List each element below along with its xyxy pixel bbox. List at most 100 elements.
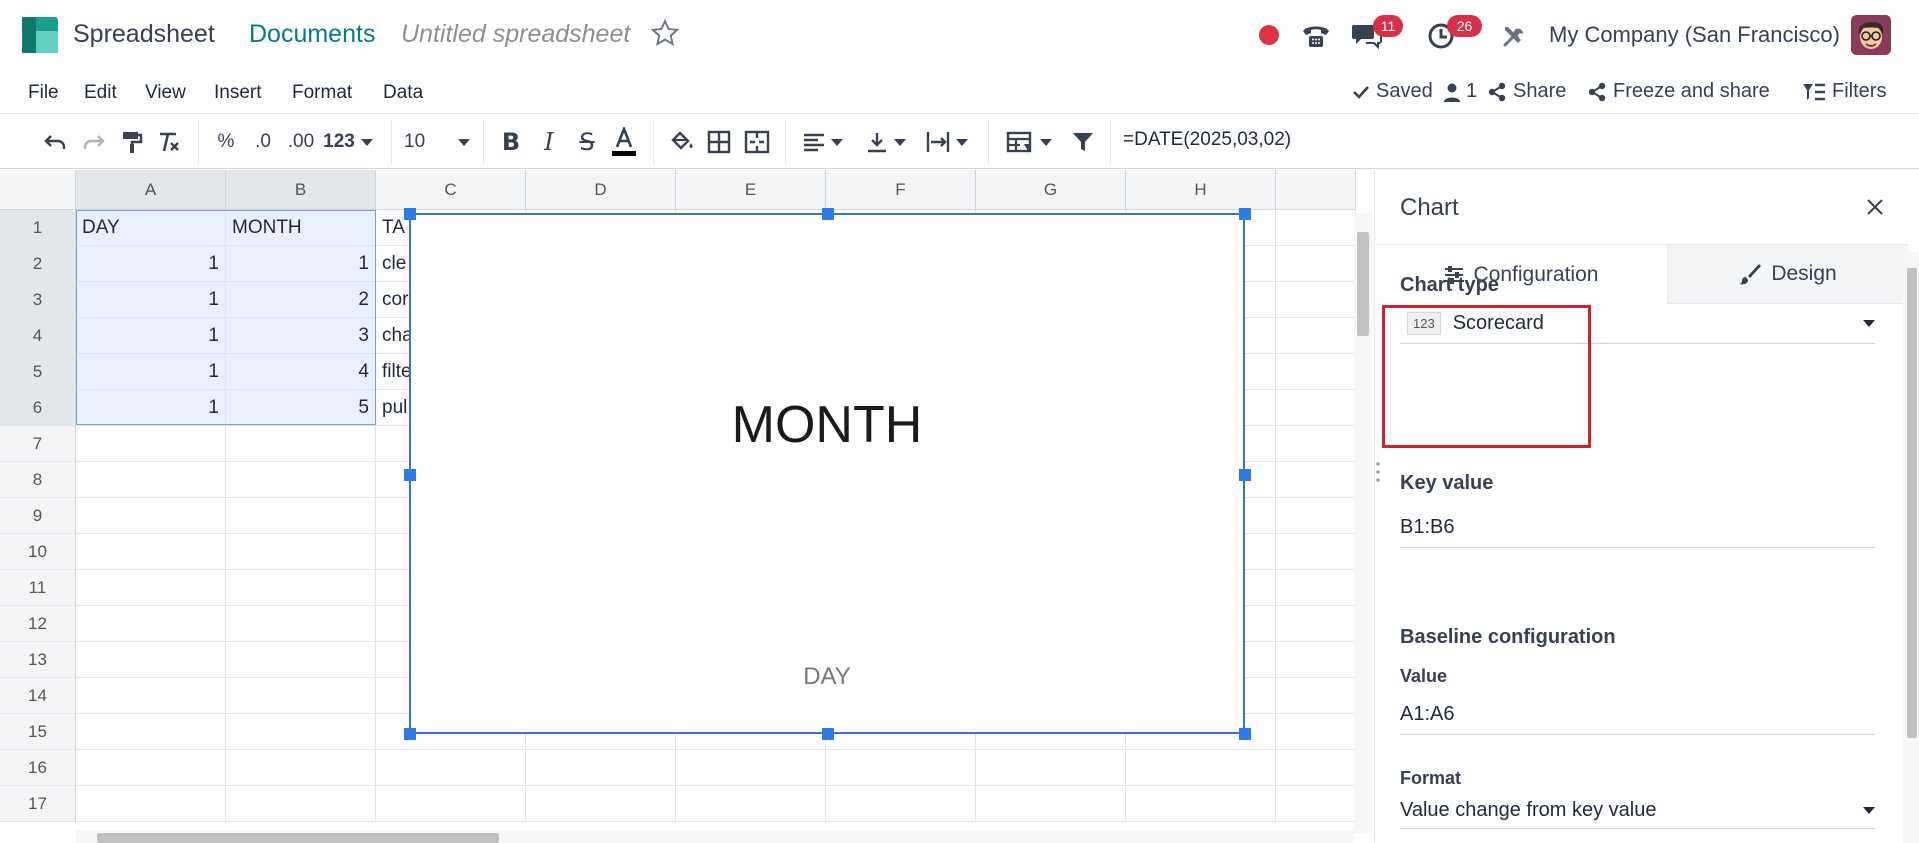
resize-handle-right[interactable] xyxy=(1239,469,1251,481)
decrease-decimal-button[interactable]: .0 xyxy=(248,126,278,158)
empty-cell[interactable] xyxy=(526,786,676,822)
row-header-1[interactable]: 1 xyxy=(0,210,76,246)
resize-handle-left[interactable] xyxy=(404,469,416,481)
empty-cell[interactable] xyxy=(826,786,976,822)
row-header-14[interactable]: 14 xyxy=(0,678,76,714)
empty-cell[interactable] xyxy=(1126,750,1276,786)
cell-b3[interactable]: 2 xyxy=(226,282,376,318)
row-header-7[interactable]: 7 xyxy=(0,426,76,462)
spreadsheet-grid[interactable]: A B C D E F G H 1 2 3 4 5 6 7 8 9 10 11 … xyxy=(0,170,1356,843)
empty-cell[interactable] xyxy=(76,462,226,498)
cell-a4[interactable]: 1 xyxy=(76,318,226,354)
panel-resize-grip-icon[interactable] xyxy=(1376,460,1380,490)
empty-cell[interactable] xyxy=(526,750,676,786)
empty-cell[interactable] xyxy=(1276,390,1356,426)
text-wrapping-dropdown[interactable] xyxy=(922,126,972,158)
column-header-b[interactable]: B xyxy=(226,170,376,210)
grid-vertical-scroll-thumb[interactable] xyxy=(1357,232,1369,336)
row-header-4[interactable]: 4 xyxy=(0,318,76,354)
filters-button[interactable]: Filters xyxy=(1802,80,1886,103)
italic-icon[interactable]: I xyxy=(534,126,564,158)
spreadsheet-app-icon[interactable] xyxy=(22,17,58,53)
strikethrough-icon[interactable]: S xyxy=(572,126,602,158)
empty-cell[interactable] xyxy=(226,642,376,678)
empty-cell[interactable] xyxy=(1276,750,1356,786)
empty-cell[interactable] xyxy=(1276,354,1356,390)
borders-icon[interactable] xyxy=(704,126,734,158)
row-header-9[interactable]: 9 xyxy=(0,498,76,534)
baseline-format-select[interactable]: Value change from key value xyxy=(1400,793,1875,829)
row-header-12[interactable]: 12 xyxy=(0,606,76,642)
scorecard-chart[interactable]: MONTH DAY xyxy=(404,208,1251,740)
cell-a2[interactable]: 1 xyxy=(76,246,226,282)
empty-cell[interactable] xyxy=(1276,714,1356,750)
empty-cell[interactable] xyxy=(226,714,376,750)
empty-cell[interactable] xyxy=(676,750,826,786)
menu-format[interactable]: Format xyxy=(292,82,352,104)
row-header-8[interactable]: 8 xyxy=(0,462,76,498)
freeze-share-button[interactable]: Freeze and share xyxy=(1587,80,1770,103)
row-header-13[interactable]: 13 xyxy=(0,642,76,678)
clear-format-icon[interactable] xyxy=(154,126,184,158)
menu-edit[interactable]: Edit xyxy=(84,82,117,104)
bold-icon[interactable]: B xyxy=(496,126,526,158)
column-header-i[interactable] xyxy=(1276,170,1356,210)
column-header-e[interactable]: E xyxy=(676,170,826,210)
empty-cell[interactable] xyxy=(1276,426,1356,462)
empty-cell[interactable] xyxy=(1276,498,1356,534)
undo-icon[interactable] xyxy=(40,126,70,158)
cell-b5[interactable]: 4 xyxy=(226,354,376,390)
empty-cell[interactable] xyxy=(1276,210,1356,246)
empty-cell[interactable] xyxy=(1276,462,1356,498)
menu-file[interactable]: File xyxy=(28,82,59,104)
number-format-dropdown[interactable]: 123 xyxy=(322,126,374,158)
row-header-17[interactable]: 17 xyxy=(0,786,76,822)
row-header-2[interactable]: 2 xyxy=(0,246,76,282)
cell-b1[interactable]: MONTH xyxy=(226,210,376,246)
tab-design[interactable]: Design xyxy=(1668,244,1908,304)
row-header-3[interactable]: 3 xyxy=(0,282,76,318)
empty-cell[interactable] xyxy=(76,570,226,606)
empty-cell[interactable] xyxy=(1276,570,1356,606)
redo-icon[interactable] xyxy=(79,126,109,158)
empty-cell[interactable] xyxy=(826,750,976,786)
empty-cell[interactable] xyxy=(1276,606,1356,642)
cell-a1[interactable]: DAY xyxy=(76,210,226,246)
paint-format-icon[interactable] xyxy=(117,126,147,158)
empty-cell[interactable] xyxy=(76,786,226,822)
connected-users[interactable]: 1 xyxy=(1444,80,1477,103)
empty-cell[interactable] xyxy=(76,714,226,750)
empty-cell[interactable] xyxy=(1276,678,1356,714)
increase-decimal-button[interactable]: .00 xyxy=(284,126,318,158)
debug-tools-icon[interactable] xyxy=(1499,21,1529,51)
resize-handle-top-left[interactable] xyxy=(404,208,416,220)
grid-corner[interactable] xyxy=(0,170,76,210)
horizontal-align-dropdown[interactable] xyxy=(798,126,848,158)
baseline-value-range-input[interactable]: A1:A6 xyxy=(1400,703,1875,735)
row-header-6[interactable]: 6 xyxy=(0,390,76,426)
column-header-c[interactable]: C xyxy=(376,170,526,210)
resize-handle-top[interactable] xyxy=(822,208,834,220)
font-size-dropdown[interactable]: 10 xyxy=(404,126,470,158)
column-header-g[interactable]: G xyxy=(976,170,1126,210)
resize-handle-bottom[interactable] xyxy=(822,728,834,740)
column-header-a[interactable]: A xyxy=(76,170,226,210)
empty-cell[interactable] xyxy=(1276,642,1356,678)
table-format-dropdown[interactable] xyxy=(1001,126,1057,158)
fill-color-icon[interactable] xyxy=(666,126,698,158)
key-value-range-input[interactable]: B1:B6 xyxy=(1400,516,1875,548)
empty-cell[interactable] xyxy=(376,750,526,786)
panel-scroll-thumb[interactable] xyxy=(1907,268,1917,738)
empty-cell[interactable] xyxy=(1276,282,1356,318)
cell-a6[interactable]: 1 xyxy=(76,390,226,426)
share-button[interactable]: Share xyxy=(1487,80,1566,103)
cell-b2[interactable]: 1 xyxy=(226,246,376,282)
resize-handle-bottom-right[interactable] xyxy=(1239,728,1251,740)
menu-insert[interactable]: Insert xyxy=(214,82,262,104)
menu-data[interactable]: Data xyxy=(383,82,423,104)
row-header-11[interactable]: 11 xyxy=(0,570,76,606)
empty-cell[interactable] xyxy=(76,606,226,642)
empty-cell[interactable] xyxy=(76,750,226,786)
phone-icon[interactable] xyxy=(1300,20,1332,50)
column-header-d[interactable]: D xyxy=(526,170,676,210)
